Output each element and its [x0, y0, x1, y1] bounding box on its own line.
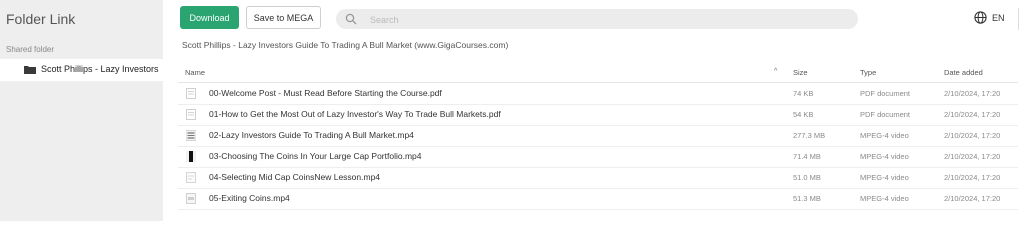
file-size: 54 KB — [793, 110, 814, 119]
file-type: MPEG-4 video — [860, 152, 909, 161]
file-size: 74 KB — [793, 89, 814, 98]
file-size: 51.3 MB — [793, 194, 821, 203]
file-type: PDF document — [860, 89, 911, 98]
file-name: 03-Choosing The Coins In Your Large Cap … — [209, 151, 422, 161]
file-size: 277.3 MB — [793, 131, 826, 140]
table-row[interactable]: 03-Choosing The Coins In Your Large Cap … — [178, 146, 1018, 168]
language-label: EN — [992, 12, 1005, 23]
column-header-name[interactable]: Name — [185, 68, 205, 77]
pdf-file-icon — [186, 88, 196, 99]
breadcrumb[interactable]: Scott Phillips - Lazy Investors Guide To… — [182, 40, 508, 50]
video-thumbnail-icon — [186, 130, 196, 141]
date-added: 2/10/2024, 17:20 — [944, 173, 1001, 182]
file-name: 01-How to Get the Most Out of Lazy Inves… — [209, 109, 501, 119]
table-row[interactable]: 04-Selecting Mid Cap CoinsNew Lesson.mp4… — [178, 167, 1018, 189]
file-type: MPEG-4 video — [860, 131, 909, 140]
file-type: PDF document — [860, 110, 911, 119]
sidebar: Folder Link Shared folder Scott Phillips… — [0, 0, 163, 221]
video-thumbnail-icon — [186, 151, 196, 162]
search-icon — [345, 13, 357, 25]
language-selector[interactable]: EN — [974, 11, 1005, 24]
column-header-date[interactable]: Date added — [944, 68, 983, 77]
file-name: 02-Lazy Investors Guide To Trading A Bul… — [209, 130, 414, 140]
save-to-mega-button[interactable]: Save to MEGA — [246, 6, 321, 29]
toolbar-divider — [1018, 8, 1019, 30]
column-header-type[interactable]: Type — [860, 68, 876, 77]
date-added: 2/10/2024, 17:20 — [944, 89, 1001, 98]
table-row[interactable]: 05-Exiting Coins.mp4 51.3 MB MPEG-4 vide… — [178, 188, 1018, 210]
search-bar[interactable] — [336, 9, 858, 29]
sidebar-item-label: Scott Phillips - Lazy Investors — [41, 64, 159, 74]
date-added: 2/10/2024, 17:20 — [944, 131, 1001, 140]
shared-folder-label: Shared folder — [6, 45, 55, 54]
file-type: MPEG-4 video — [860, 194, 909, 203]
column-header-size[interactable]: Size — [793, 68, 808, 77]
table-row[interactable]: 01-How to Get the Most Out of Lazy Inves… — [178, 104, 1018, 126]
date-added: 2/10/2024, 17:20 — [944, 194, 1001, 203]
file-size: 71.4 MB — [793, 152, 821, 161]
date-added: 2/10/2024, 17:20 — [944, 110, 1001, 119]
date-added: 2/10/2024, 17:20 — [944, 152, 1001, 161]
sidebar-item-folder[interactable]: Scott Phillips - Lazy Investors — [0, 59, 163, 81]
globe-icon — [974, 11, 987, 24]
download-button[interactable]: Download — [180, 6, 239, 29]
video-thumbnail-icon — [186, 193, 196, 204]
app-title: Folder Link — [6, 11, 76, 27]
search-input[interactable] — [368, 12, 842, 28]
table-row[interactable]: 00-Welcome Post - Must Read Before Start… — [178, 83, 1018, 105]
file-name: 04-Selecting Mid Cap CoinsNew Lesson.mp4 — [209, 172, 381, 182]
file-name: 00-Welcome Post - Must Read Before Start… — [209, 88, 442, 98]
folder-icon — [24, 66, 36, 74]
table-header: Name ^ Size Type Date added — [178, 64, 1018, 83]
file-size: 51.0 MB — [793, 173, 821, 182]
file-type: MPEG-4 video — [860, 173, 909, 182]
file-name: 05-Exiting Coins.mp4 — [209, 193, 290, 203]
sort-ascending-icon[interactable]: ^ — [774, 68, 777, 75]
video-thumbnail-icon — [186, 172, 196, 183]
table-row[interactable]: 02-Lazy Investors Guide To Trading A Bul… — [178, 125, 1018, 147]
pdf-file-icon — [186, 109, 196, 120]
